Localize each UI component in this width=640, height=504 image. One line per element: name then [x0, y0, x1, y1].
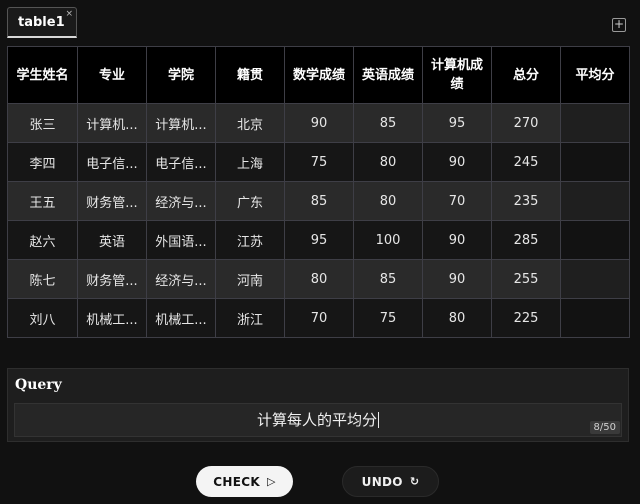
close-icon[interactable]: ×	[65, 9, 73, 19]
column-header[interactable]: 平均分	[560, 46, 630, 104]
table-cell[interactable]: 85	[284, 181, 354, 221]
header-row: 学生姓名 专业 学院 籍贯 数学成绩 英语成绩 计算机成绩 总分 平均分	[7, 46, 630, 104]
table-row: 赵六 英语 外国语... 江苏 95 100 90 285	[7, 220, 630, 260]
table-row: 李四 电子信... 电子信... 上海 75 80 90 245	[7, 142, 630, 182]
table-cell[interactable]: 80	[284, 259, 354, 299]
table-cell[interactable]: 赵六	[7, 220, 78, 260]
query-input[interactable]: 计算每人的平均分	[14, 403, 622, 437]
table-cell[interactable]: 270	[491, 103, 561, 143]
table-cell[interactable]: 计算机...	[77, 103, 147, 143]
column-header[interactable]: 籍贯	[215, 46, 285, 104]
column-header[interactable]: 计算机成绩	[422, 46, 492, 104]
table-cell[interactable]	[560, 298, 630, 338]
table-cell[interactable]: 225	[491, 298, 561, 338]
column-header[interactable]: 学生姓名	[7, 46, 78, 104]
table-cell[interactable]: 85	[353, 103, 423, 143]
tab-table1[interactable]: table1 ×	[7, 7, 77, 38]
query-text: 计算每人的平均分	[256, 411, 377, 429]
table-cell[interactable]: 英语	[77, 220, 147, 260]
column-header[interactable]: 学院	[146, 46, 216, 104]
check-button[interactable]: CHECK ▷	[196, 466, 293, 497]
table-cell[interactable]: 机械工...	[146, 298, 216, 338]
table-cell[interactable]: 80	[353, 181, 423, 221]
table-cell[interactable]: 85	[353, 259, 423, 299]
table-cell[interactable]: 王五	[7, 181, 78, 221]
table-row: 陈七 财务管... 经济与... 河南 80 85 90 255	[7, 259, 630, 299]
table-cell[interactable]: 95	[284, 220, 354, 260]
text-caret	[378, 412, 379, 428]
table-row: 张三 计算机... 计算机... 北京 90 85 95 270	[7, 103, 630, 143]
table-cell[interactable]: 70	[422, 181, 492, 221]
table-cell[interactable]	[560, 142, 630, 182]
table-cell[interactable]: 285	[491, 220, 561, 260]
column-header[interactable]: 英语成绩	[353, 46, 423, 104]
table-cell[interactable]: 上海	[215, 142, 285, 182]
app-root: table1 × + 学生姓名 专业 学院 籍贯 数学成绩 英语成绩 计算机成绩…	[0, 0, 640, 504]
table-cell[interactable]: 电子信...	[146, 142, 216, 182]
table-cell[interactable]: 80	[353, 142, 423, 182]
table-cell[interactable]: 90	[422, 259, 492, 299]
table-cell[interactable]: 广东	[215, 181, 285, 221]
table-cell[interactable]: 财务管...	[77, 181, 147, 221]
table-cell[interactable]: 经济与...	[146, 181, 216, 221]
table-cell[interactable]: 235	[491, 181, 561, 221]
table-cell[interactable]: 90	[422, 220, 492, 260]
table-cell[interactable]: 100	[353, 220, 423, 260]
table-cell[interactable]: 张三	[7, 103, 78, 143]
table-cell[interactable]: 机械工...	[77, 298, 147, 338]
table-cell[interactable]: 北京	[215, 103, 285, 143]
table-cell[interactable]	[560, 103, 630, 143]
table-cell[interactable]: 刘八	[7, 298, 78, 338]
table-cell[interactable]: 浙江	[215, 298, 285, 338]
undo-button[interactable]: UNDO ↻	[342, 466, 439, 497]
table-cell[interactable]: 245	[491, 142, 561, 182]
column-header[interactable]: 总分	[491, 46, 561, 104]
table-cell[interactable]: 75	[353, 298, 423, 338]
check-label: CHECK	[213, 474, 260, 489]
table-cell[interactable]: 经济与...	[146, 259, 216, 299]
table-cell[interactable]: 外国语...	[146, 220, 216, 260]
table-cell[interactable]: 李四	[7, 142, 78, 182]
table-cell[interactable]: 80	[422, 298, 492, 338]
undo-label: UNDO	[361, 474, 403, 489]
undo-icon: ↻	[409, 475, 420, 488]
table-cell[interactable]	[560, 181, 630, 221]
table-row: 刘八 机械工... 机械工... 浙江 70 75 80 225	[7, 298, 630, 338]
table-cell[interactable]: 江苏	[215, 220, 285, 260]
table-cell[interactable]	[560, 220, 630, 260]
column-header[interactable]: 数学成绩	[284, 46, 354, 104]
table-cell[interactable]: 255	[491, 259, 561, 299]
table-cell[interactable]	[560, 259, 630, 299]
play-icon: ▷	[266, 475, 276, 488]
table-cell[interactable]: 95	[422, 103, 492, 143]
add-tab-icon[interactable]: +	[612, 18, 626, 32]
table-cell[interactable]: 陈七	[7, 259, 78, 299]
table-cell[interactable]: 河南	[215, 259, 285, 299]
char-counter: 8/50	[589, 421, 620, 434]
table-cell[interactable]: 电子信...	[77, 142, 147, 182]
table-cell[interactable]: 75	[284, 142, 354, 182]
table-cell[interactable]: 70	[284, 298, 354, 338]
table-cell[interactable]: 90	[284, 103, 354, 143]
table-cell[interactable]: 90	[422, 142, 492, 182]
tab-label: table1	[18, 15, 65, 30]
query-panel: Query 计算每人的平均分 8/50	[7, 368, 629, 442]
query-title: Query	[15, 377, 62, 393]
column-header[interactable]: 专业	[77, 46, 147, 104]
table-row: 王五 财务管... 经济与... 广东 85 80 70 235	[7, 181, 630, 221]
table-cell[interactable]: 计算机...	[146, 103, 216, 143]
table-cell[interactable]: 财务管...	[77, 259, 147, 299]
data-table: 学生姓名 专业 学院 籍贯 数学成绩 英语成绩 计算机成绩 总分 平均分 张三计…	[7, 46, 630, 338]
